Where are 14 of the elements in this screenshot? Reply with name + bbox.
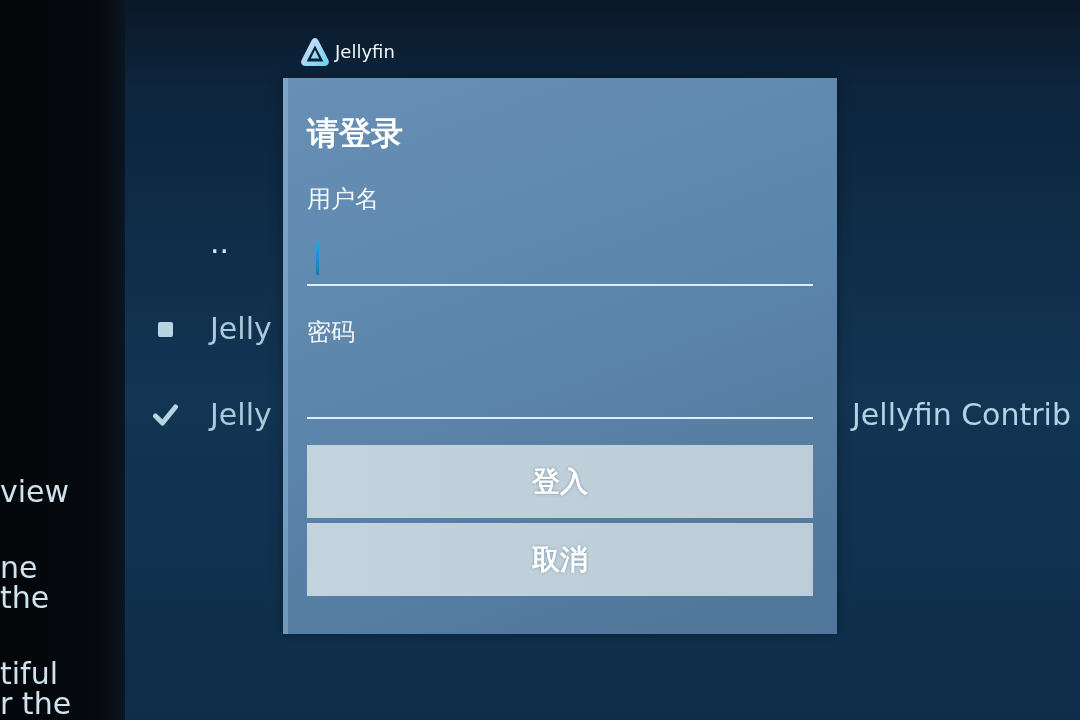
list-item-label[interactable]: Jelly xyxy=(210,309,272,349)
list-item-label[interactable]: .. xyxy=(210,223,230,263)
list-item-detail: Jellyfin Contrib xyxy=(852,396,1071,434)
field-label: 用户名 xyxy=(307,184,379,215)
body-text: ne xyxy=(0,553,38,583)
body-text: the xyxy=(0,583,50,613)
list-item-label[interactable]: Jelly xyxy=(210,395,272,435)
dialog-title: 请登录 xyxy=(307,113,404,153)
body-text: tiful xyxy=(0,659,58,689)
field-label: 密码 xyxy=(307,317,355,348)
body-text: r the xyxy=(0,689,72,719)
logo-text: Jellyfin xyxy=(335,40,395,64)
body-text: view xyxy=(0,477,70,507)
logo-icon xyxy=(300,37,330,67)
